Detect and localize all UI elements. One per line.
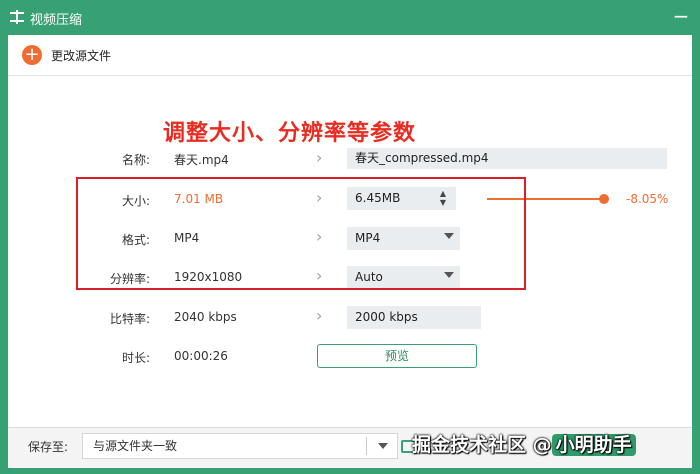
save-location-value: 与源文件夹一致 <box>93 439 178 453</box>
bitrate-value: 2000 kbps <box>355 310 418 324</box>
change-source-button[interactable]: 更改源文件 <box>51 47 111 64</box>
save-to-label: 保存至: <box>28 440 69 454</box>
output-name-value: 春天_compressed.mp4 <box>355 151 489 165</box>
name-label: 名称: <box>121 153 150 167</box>
save-location-select[interactable]: 与源文件夹一致 <box>82 433 398 459</box>
output-name-field[interactable]: 春天_compressed.mp4 <box>347 148 667 169</box>
chevron-right-icon: › <box>316 148 323 167</box>
bitrate-field[interactable]: 2000 kbps <box>347 306 481 329</box>
title-bar: 视频压缩 − <box>0 0 700 35</box>
watermark-tag: 小明助手 <box>551 434 636 456</box>
app-icon <box>10 10 24 24</box>
annotation-heading: 调整大小、分辨率等参数 <box>163 121 417 146</box>
window-title: 视频压缩 <box>30 13 83 28</box>
watermark: 掘金技术社区 @ 小明助手 <box>412 430 636 457</box>
select-divider <box>366 437 367 455</box>
chevron-right-icon: › <box>316 306 323 325</box>
bitrate-label: 比特率: <box>109 312 150 326</box>
minimize-icon[interactable]: − <box>669 4 693 28</box>
toolbar: + 更改源文件 <box>8 35 692 76</box>
dropdown-arrow-icon[interactable] <box>378 443 388 449</box>
size-slider-handle[interactable] <box>599 194 609 204</box>
size-change-percent: -8.05% <box>626 192 669 206</box>
watermark-text: 掘金技术社区 @ <box>412 434 552 456</box>
duration-label: 时长: <box>121 351 150 365</box>
preview-button[interactable]: 预览 <box>317 344 477 368</box>
name-source: 春天.mp4 <box>174 153 229 167</box>
duration-value: 00:00:26 <box>174 349 228 363</box>
bitrate-source: 2040 kbps <box>174 310 237 324</box>
add-icon[interactable]: + <box>22 45 42 65</box>
annotation-highlight-box <box>76 177 526 290</box>
